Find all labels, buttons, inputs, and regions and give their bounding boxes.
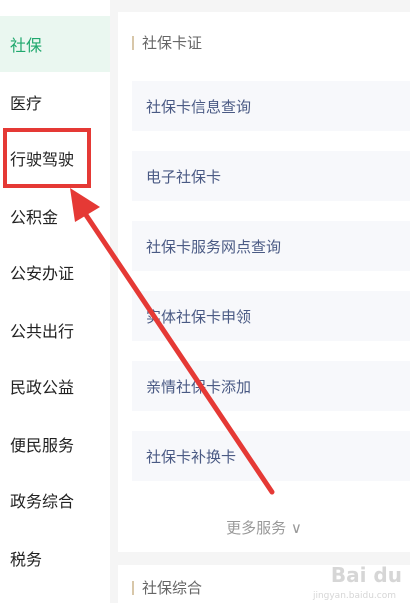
annotation-arrow-icon: [70, 188, 275, 495]
baidu-watermark: Bai du jingyan.baidu.com: [313, 563, 402, 601]
watermark-text: Bai du: [330, 563, 402, 587]
watermark-subtext: jingyan.baidu.com: [312, 591, 396, 601]
